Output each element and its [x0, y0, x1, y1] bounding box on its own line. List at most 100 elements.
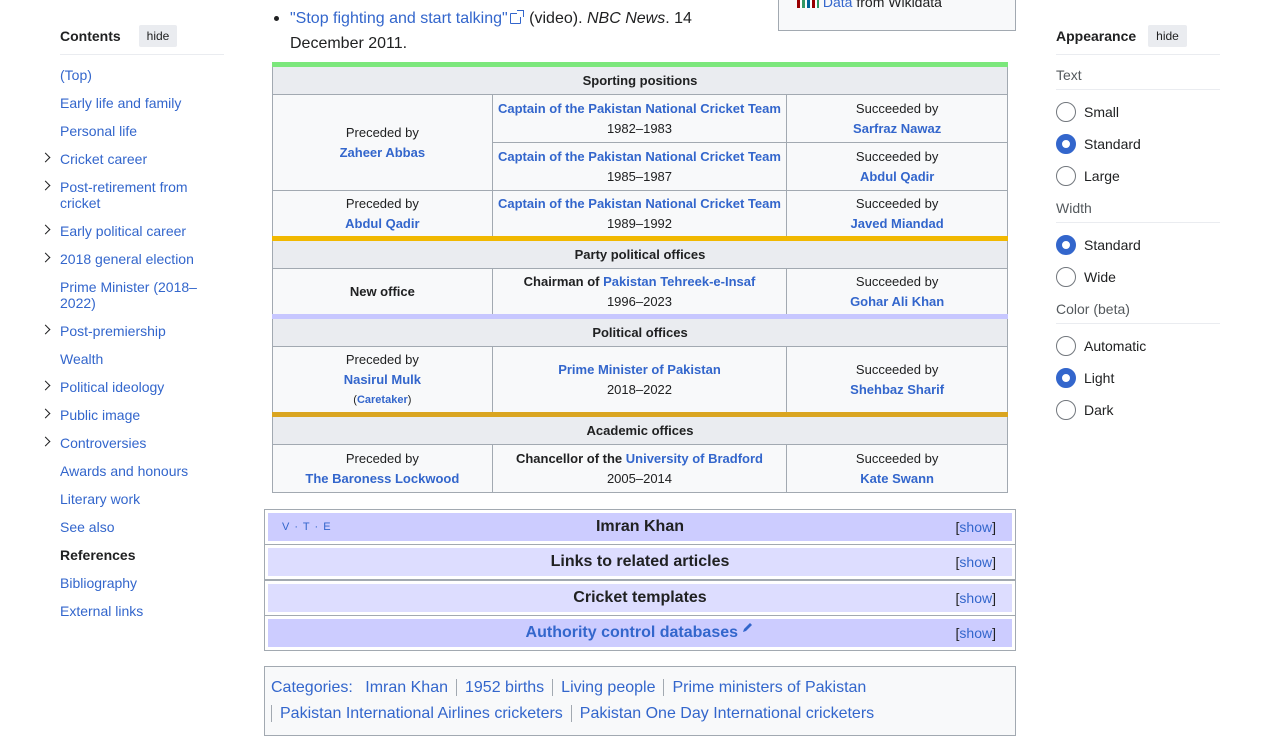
category-link[interactable]: Pakistan One Day International cricketer… — [580, 705, 874, 722]
chevron-right-icon[interactable] — [40, 408, 51, 419]
radio-button[interactable] — [1056, 235, 1076, 255]
title-link[interactable]: Captain of the Pakistan National Cricket… — [498, 101, 781, 116]
toc-item[interactable]: Cricket career — [40, 151, 224, 167]
toc-item-label: Post-retirement from cricket — [60, 179, 188, 211]
toc-item[interactable]: Post-retirement from cricket — [40, 179, 224, 211]
title-link[interactable]: Prime Minister of Pakistan — [558, 362, 721, 377]
successor-link[interactable]: Gohar Ali Khan — [850, 294, 944, 309]
toc-item[interactable]: Early political career — [40, 223, 224, 239]
predecessor-link[interactable]: The Baroness Lockwood — [305, 471, 459, 486]
width-option[interactable]: Wide — [1056, 261, 1220, 293]
radio-button[interactable] — [1056, 166, 1076, 186]
radio-button[interactable] — [1056, 368, 1076, 388]
navbox-show-toggle[interactable]: [show] — [956, 619, 996, 647]
toc-item[interactable]: Personal life — [40, 123, 224, 139]
bullet-dot — [274, 16, 279, 21]
toc-item[interactable]: Literary work — [40, 491, 224, 507]
successor-link[interactable]: Shehbaz Sharif — [850, 382, 944, 397]
toc-item[interactable]: (Top) — [40, 67, 224, 83]
title-link[interactable]: Pakistan Tehreek-e-Insaf — [603, 274, 755, 289]
color-option[interactable]: Dark — [1056, 394, 1220, 426]
title-link[interactable]: Captain of the Pakistan National Cricket… — [498, 149, 781, 164]
wikidata-link[interactable]: Data — [823, 0, 853, 10]
succeeded-label: Succeeded by — [855, 100, 939, 116]
wikidata-rest: from Wikidata — [852, 0, 942, 10]
toc-item[interactable]: Prime Minister (2018–2022) — [40, 279, 224, 311]
appearance-hide-button[interactable]: hide — [1148, 25, 1187, 47]
width-option[interactable]: Standard — [1056, 229, 1220, 261]
toc-item[interactable]: Public image — [40, 407, 224, 423]
category-link[interactable]: 1952 births — [465, 679, 544, 696]
title-cell: Captain of the Pakistan National Cricket… — [491, 190, 788, 239]
navbox-related-articles: Links to related articles [show] — [264, 544, 1016, 580]
radio-label: Standard — [1084, 136, 1141, 152]
toc-item[interactable]: See also — [40, 519, 224, 535]
predecessor-link[interactable]: Abdul Qadir — [345, 216, 419, 231]
toc-item[interactable]: Political ideology — [40, 379, 224, 395]
predecessor-link[interactable]: Nasirul Mulk — [344, 372, 421, 387]
preceded-cell: Preceded by Nasirul Mulk (Caretaker) — [272, 346, 493, 415]
radio-button[interactable] — [1056, 134, 1076, 154]
toc-item-label: Cricket career — [60, 151, 148, 167]
successor-link[interactable]: Kate Swann — [860, 471, 934, 486]
chevron-right-icon[interactable] — [40, 380, 51, 391]
color-option[interactable]: Light — [1056, 362, 1220, 394]
toc-item-label: 2018 general election — [60, 251, 194, 267]
successor-link[interactable]: Sarfraz Nawaz — [853, 121, 941, 136]
chevron-right-icon[interactable] — [40, 252, 51, 263]
title-line: Chairman of Pakistan Tehreek-e-Insaf — [497, 272, 783, 292]
chevron-right-icon[interactable] — [40, 180, 51, 191]
navbox-show-toggle[interactable]: [show] — [956, 548, 996, 576]
preceded-cell: Preceded by Zaheer Abbas — [272, 94, 493, 191]
toc-item[interactable]: Awards and honours — [40, 463, 224, 479]
show-link[interactable]: show — [959, 554, 992, 570]
text-size-option[interactable]: Standard — [1056, 128, 1220, 160]
caretaker-link[interactable]: Caretaker — [357, 394, 408, 406]
group-divider — [1056, 323, 1220, 324]
categories-label[interactable]: Categories: — [271, 679, 353, 696]
navbox-show-toggle[interactable]: [show] — [956, 513, 996, 541]
show-link[interactable]: show — [959, 625, 992, 641]
chevron-right-icon[interactable] — [40, 324, 51, 335]
chevron-right-icon[interactable] — [40, 436, 51, 447]
navbox-show-toggle[interactable]: [show] — [956, 584, 996, 612]
successor-link[interactable]: Abdul Qadir — [860, 169, 934, 184]
category-link[interactable]: Living people — [561, 679, 655, 696]
radio-button[interactable] — [1056, 102, 1076, 122]
toc-item[interactable]: References — [40, 547, 224, 563]
navbox-title-bar: Cricket templates [show] — [268, 584, 1012, 612]
title-link[interactable]: University of Bradford — [626, 451, 763, 466]
radio-button[interactable] — [1056, 267, 1076, 287]
category-link[interactable]: Pakistan International Airlines crickete… — [280, 705, 563, 722]
chevron-right-icon[interactable] — [40, 152, 51, 163]
radio-button[interactable] — [1056, 336, 1076, 356]
toc-item[interactable]: Early life and family — [40, 95, 224, 111]
chevron-right-icon[interactable] — [40, 224, 51, 235]
toc-hide-button[interactable]: hide — [138, 25, 178, 47]
toc-item[interactable]: 2018 general election — [40, 251, 224, 267]
vte-links[interactable]: V · T · E — [282, 513, 332, 541]
succeeded-cell: Succeeded by Javed Miandad — [786, 190, 1008, 239]
succeeded-label: Succeeded by — [855, 273, 939, 289]
color-option[interactable]: Automatic — [1056, 330, 1220, 362]
edit-pencil-icon[interactable] — [742, 621, 754, 633]
title-link[interactable]: Captain of the Pakistan National Cricket… — [498, 196, 781, 211]
toc-item[interactable]: Post-premiership — [40, 323, 224, 339]
show-link[interactable]: show — [959, 590, 992, 606]
reference-link[interactable]: "Stop fighting and start talking" — [290, 10, 508, 27]
radio-button[interactable] — [1056, 400, 1076, 420]
category-link[interactable]: Prime ministers of Pakistan — [672, 679, 866, 696]
show-link[interactable]: show — [959, 519, 992, 535]
toc-item[interactable]: Bibliography — [40, 575, 224, 591]
toc-item[interactable]: External links — [40, 603, 224, 619]
toc-item[interactable]: Wealth — [40, 351, 224, 367]
toc-item[interactable]: Controversies — [40, 435, 224, 451]
toc-item-label: Early political career — [60, 223, 187, 239]
text-size-option[interactable]: Large — [1056, 160, 1220, 192]
toc-item-label: Post-premiership — [60, 323, 166, 339]
predecessor-link[interactable]: Zaheer Abbas — [340, 145, 426, 160]
category-link[interactable]: Imran Khan — [365, 679, 448, 696]
successor-link[interactable]: Javed Miandad — [851, 216, 944, 231]
text-size-option[interactable]: Small — [1056, 96, 1220, 128]
navbox-title-link[interactable]: Authority control databases — [526, 624, 738, 641]
